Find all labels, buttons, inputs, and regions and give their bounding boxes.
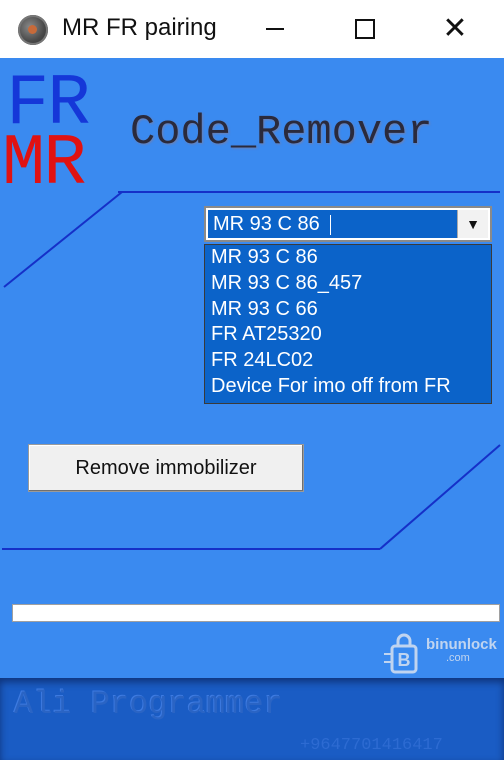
dropdown-option[interactable]: MR 93 C 86_457 [205,271,491,297]
text-caret [329,214,331,235]
svg-text:B: B [398,650,411,670]
app-icon[interactable] [18,15,48,45]
close-button[interactable]: ✕ [426,0,484,58]
dropdown-option[interactable]: MR 93 C 86 [205,245,491,271]
chevron-down-icon: ▼ [466,216,480,232]
dropdown-option[interactable]: Device For imo off from FR [205,374,491,400]
watermark-name: binunlock [426,636,497,653]
device-select-value[interactable]: MR 93 C 86 [208,210,458,238]
close-icon: ✕ [442,12,468,45]
minimize-button[interactable] [246,0,304,58]
brand-title: Code_Remover [130,108,433,156]
remove-immobilizer-button[interactable]: Remove immobilizer [28,444,304,492]
maximize-icon [355,19,375,39]
window-title: MR FR pairing [62,14,217,41]
dropdown-option[interactable]: FR 24LC02 [205,348,491,374]
dropdown-option[interactable]: MR 93 C 66 [205,297,491,323]
footer-panel: Ali Programmer +9647701416417 [0,678,504,760]
maximize-button[interactable] [336,0,394,58]
device-select[interactable]: MR 93 C 86 ▼ [204,206,492,242]
lock-b-icon: B [384,633,418,674]
dropdown-arrow-button[interactable]: ▼ [457,210,488,238]
title-bar: MR FR pairing ✕ [0,0,504,58]
dropdown-option[interactable]: FR AT25320 [205,322,491,348]
logo-mr: MR [2,123,86,205]
device-select-text: MR 93 C 86 [213,213,320,235]
watermark: B binunlock .com [384,624,497,684]
programmer-credit: Ali Programmer [14,686,283,723]
deco-line-diagonal-top [3,191,123,288]
phone-number: +9647701416417 [300,736,443,755]
deco-line-diagonal-bottom [379,444,501,550]
minimize-icon [266,28,284,30]
watermark-domain: .com [446,652,470,664]
progress-bar [12,604,500,622]
device-dropdown-list: MR 93 C 86 MR 93 C 86_457 MR 93 C 66 FR … [204,244,492,404]
